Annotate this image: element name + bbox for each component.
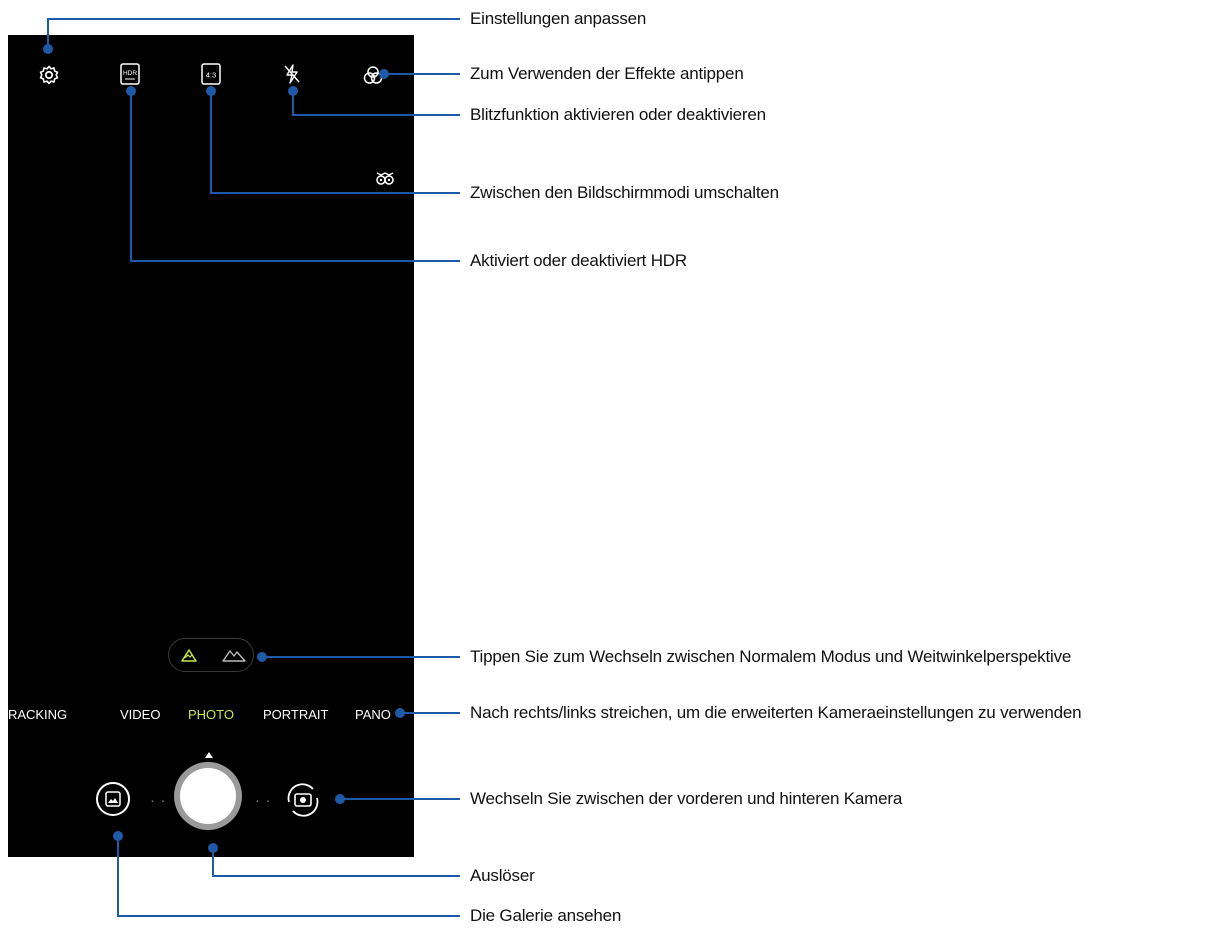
callout-flash: Blitzfunktion aktivieren oder deaktivier… — [470, 105, 766, 124]
callout-settings: Einstellungen anpassen — [470, 9, 647, 28]
callout-lens: Tippen Sie zum Wechseln zwischen Normale… — [470, 647, 1072, 666]
callout-effects: Zum Verwenden der Effekte antippen — [470, 64, 744, 83]
callout-hdr: Aktiviert oder deaktiviert HDR — [470, 251, 687, 270]
callout-switch: Wechseln Sie zwischen der vorderen und h… — [470, 789, 903, 808]
callout-shutter: Auslöser — [470, 866, 535, 885]
callout-ratio: Zwischen den Bildschirmmodi umschalten — [470, 183, 779, 202]
callout-swipe: Nach rechts/links streichen, um die erwe… — [470, 703, 1082, 722]
callout-gallery: Die Galerie ansehen — [470, 906, 622, 925]
